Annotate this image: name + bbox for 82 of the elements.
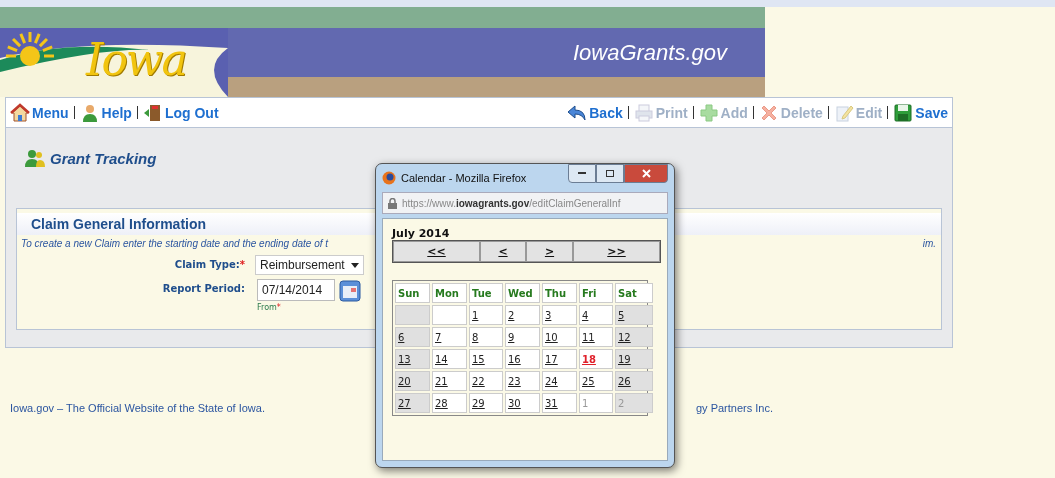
minimize-button[interactable] (568, 164, 596, 183)
maximize-icon (606, 170, 614, 177)
month-nav-link[interactable]: >> (573, 241, 660, 262)
maximize-button[interactable] (596, 164, 624, 183)
close-icon (641, 169, 651, 178)
field-label: Claim Type:* (173, 258, 245, 270)
address-bar[interactable]: https://www.iowagrants.gov/editClaimGeneralInf (382, 192, 668, 214)
from-date-field[interactable]: 07/14/2014 (257, 279, 335, 301)
month-title: July 2014 (392, 227, 451, 240)
printer-icon (633, 102, 654, 123)
month-nav-link[interactable]: > (526, 241, 573, 262)
day-link[interactable]: 4 (582, 309, 589, 321)
day-link[interactable]: 31 (545, 397, 558, 409)
calendar-icon[interactable] (339, 279, 361, 303)
instruction-text: To create a new Claim enter the starting date and the ending date of t (21, 238, 329, 249)
day-link[interactable]: 28 (435, 397, 448, 409)
page-title: Grant Tracking (50, 149, 157, 167)
minimize-icon (578, 172, 586, 175)
weekday-header: Thu (542, 283, 577, 303)
window-title: Calendar - Mozilla Firefox (401, 172, 527, 184)
day-link[interactable]: 19 (618, 353, 631, 365)
back-arrow-icon (567, 102, 588, 123)
month-nav-link[interactable]: < (480, 241, 526, 262)
logo-text: Iowa (86, 34, 186, 85)
day-link[interactable]: 22 (472, 375, 485, 387)
footer-text: gy Partners Inc. (695, 402, 773, 414)
day-link[interactable]: 23 (508, 375, 521, 387)
weekday-header: Wed (505, 283, 540, 303)
caret-icon (350, 262, 359, 268)
weekday-header: Sun (395, 283, 430, 303)
day-link[interactable]: 13 (398, 353, 411, 365)
day-link[interactable]: 5 (618, 309, 625, 321)
weekday-header: Mon (432, 283, 467, 303)
day-link[interactable]: 30 (508, 397, 521, 409)
house-icon (10, 102, 30, 123)
instruction-text: im. (922, 238, 936, 249)
weekday-header: Sat (615, 283, 653, 303)
day-link[interactable]: 1 (472, 309, 479, 321)
day-link[interactable]: 29 (472, 397, 485, 409)
day-link[interactable]: 17 (545, 353, 558, 365)
toolbar-link[interactable]: Log Out (142, 102, 219, 123)
day-link[interactable]: 2 (508, 309, 515, 321)
close-button[interactable] (624, 164, 668, 183)
day-link[interactable]: 3 (545, 309, 552, 321)
day-link[interactable]: 14 (435, 353, 448, 365)
day-link[interactable]: 20 (398, 375, 411, 387)
day-link[interactable]: 11 (582, 331, 595, 343)
toolbar-link[interactable]: Save (893, 102, 948, 123)
day-link[interactable]: 24 (545, 375, 558, 387)
day-link[interactable]: 9 (508, 331, 515, 343)
day-link[interactable]: 25 (582, 375, 595, 387)
toolbar-link[interactable]: Help (79, 102, 132, 123)
day-link[interactable]: 7 (435, 331, 442, 343)
day-link[interactable]: 8 (472, 331, 479, 343)
plus-icon (698, 102, 719, 123)
weekday-header: Fri (579, 283, 613, 303)
weekday-header: Tue (469, 283, 503, 303)
field-caption: From* (257, 303, 282, 312)
day-link[interactable]: 27 (398, 397, 411, 409)
url-text: https://www.iowagrants.gov/editClaimGeneralInf (402, 197, 621, 209)
claim-type-dropdown[interactable]: Reimbursement (255, 255, 364, 275)
day-link[interactable]: 6 (398, 331, 405, 343)
toolbar-link[interactable]: Menu (10, 102, 69, 123)
section-title: Claim General Information (31, 216, 207, 232)
toolbar-link[interactable]: Back (567, 102, 623, 123)
month-nav-link[interactable]: << (393, 241, 480, 262)
day-link[interactable]: 18 (582, 353, 596, 365)
day-link[interactable]: 15 (472, 353, 485, 365)
day-link[interactable]: 10 (545, 331, 558, 343)
footer-text: Iowa.gov – The Official Website of the State of Iowa. (10, 402, 265, 414)
browser-logo-icon (382, 171, 396, 185)
adjacent-day: 1 (582, 397, 589, 409)
people-icon (24, 148, 46, 168)
site-title: IowaGrants.gov (572, 39, 727, 66)
day-link[interactable]: 21 (435, 375, 448, 387)
day-link[interactable]: 16 (508, 353, 521, 365)
adjacent-day: 2 (618, 397, 625, 409)
door-icon (142, 102, 163, 123)
day-link[interactable]: 12 (618, 331, 631, 343)
day-link[interactable]: 26 (618, 375, 631, 387)
lock-icon (388, 197, 397, 209)
field-label: Report Period: (161, 282, 245, 294)
